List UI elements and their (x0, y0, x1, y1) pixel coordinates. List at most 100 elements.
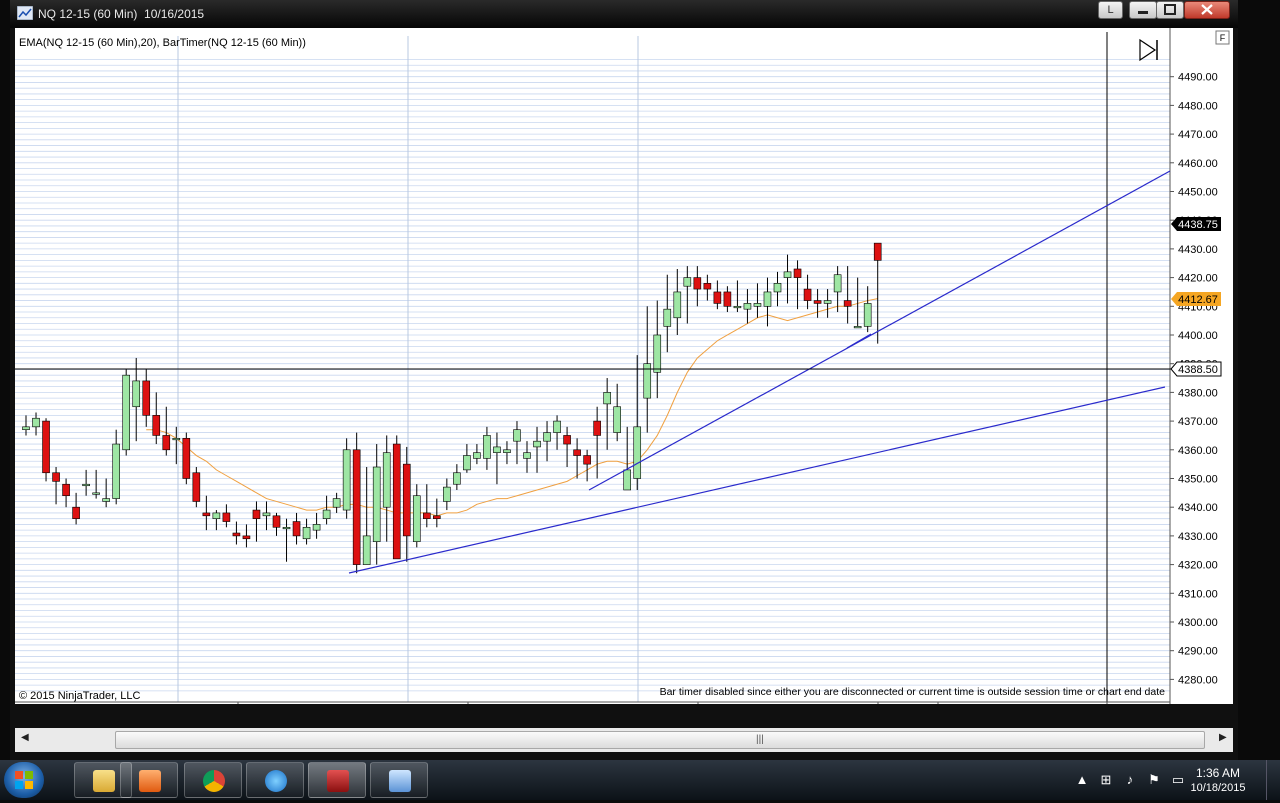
control-center-icon (389, 770, 411, 792)
link-button[interactable]: L (1098, 1, 1123, 19)
taskbar-chrome[interactable] (184, 762, 242, 798)
indicator-label: EMA(NQ 12-15 (60 Min),20), BarTimer(NQ 1… (19, 37, 306, 49)
candle-body (312, 524, 321, 531)
candle-body (873, 242, 882, 261)
candle-body (132, 380, 141, 408)
candle-body (443, 486, 451, 502)
candle-body (573, 449, 581, 456)
trend-line-2[interactable] (588, 170, 1171, 491)
candle-body (172, 438, 181, 441)
candle-body (412, 495, 421, 542)
copyright-label: © 2015 NinjaTrader, LLC (19, 690, 140, 702)
candle-body (453, 472, 461, 485)
candle-body (853, 326, 862, 329)
chrome-icon (203, 770, 225, 792)
title-bar[interactable]: NQ 12-15 (60 Min) 10/16/2015 L (10, 0, 1238, 28)
f-button-label: F (1220, 33, 1226, 43)
horizontal-scrollbar[interactable]: ◀ ||| ▶ (15, 728, 1233, 752)
network-icon[interactable]: ▭ (1170, 772, 1186, 788)
scroll-left-icon[interactable]: ◀ (21, 732, 29, 743)
action-center-icon[interactable]: ⊞ (1098, 772, 1114, 788)
candle-body (72, 506, 80, 519)
clock-time[interactable]: 1:36 AM (1188, 766, 1248, 780)
candle-body (763, 291, 772, 307)
svg-text:4388.50: 4388.50 (1178, 364, 1218, 376)
candle-body (693, 277, 702, 290)
candle-body (613, 406, 621, 433)
ema-value-marker: 4412.67 (1171, 292, 1221, 306)
scroll-grip-icon: ||| (756, 734, 764, 745)
candle-body (433, 515, 441, 519)
volume-icon[interactable]: ♪ (1122, 772, 1138, 788)
media-player-icon (139, 770, 161, 792)
candle-body (182, 438, 191, 479)
clock-date[interactable]: 10/18/2015 (1188, 782, 1248, 794)
price-tick-label: 4380.00 (1178, 387, 1218, 399)
candle-body (252, 509, 261, 519)
price-tick-label: 4370.00 (1178, 416, 1218, 428)
candle-body (62, 483, 70, 497)
minimize-button[interactable] (1129, 1, 1157, 19)
price-chart[interactable]: EMA(NQ 12-15 (60 Min),20), BarTimer(NQ 1… (15, 28, 1233, 704)
flag-icon[interactable]: ⚑ (1146, 772, 1162, 788)
scroll-thumb[interactable]: ||| (115, 731, 1205, 749)
price-tick-label: 4470.00 (1178, 129, 1218, 141)
chart-scroll-end-icon[interactable] (1139, 38, 1158, 62)
candle-body (523, 452, 531, 459)
taskbar-internet-explorer[interactable] (246, 762, 304, 798)
candle-body (553, 420, 561, 433)
candle-body (663, 308, 672, 327)
price-tick-label: 4420.00 (1178, 273, 1218, 285)
bartimer-message: Bar timer disabled since either you are … (660, 686, 1166, 698)
candle-body (603, 392, 611, 405)
candle-body (122, 374, 130, 451)
taskbar-control-center[interactable] (370, 762, 428, 798)
candle-body (282, 526, 291, 530)
candle-body (222, 512, 231, 522)
svg-text:4412.67: 4412.67 (1178, 294, 1218, 306)
candle-body (783, 271, 792, 278)
candle-body (202, 512, 211, 517)
candle-body (82, 483, 90, 487)
candle-body (733, 305, 742, 309)
candle-body (593, 420, 601, 436)
candle-body (292, 521, 301, 537)
maximize-icon (1164, 4, 1176, 15)
show-desktop-button[interactable] (1266, 760, 1280, 800)
price-tick-label: 4320.00 (1178, 560, 1218, 572)
candle-body (503, 449, 511, 453)
trend-line-1[interactable] (348, 386, 1166, 574)
candle-body (372, 466, 381, 542)
candle-body (673, 291, 682, 319)
internet-explorer-icon (265, 770, 287, 792)
ema-line (146, 298, 878, 517)
candle-body (272, 515, 281, 528)
windows-logo-icon (15, 771, 33, 789)
candle-body (563, 435, 571, 445)
candle-body (543, 432, 551, 442)
candle-body (723, 291, 732, 307)
candle-body (773, 283, 782, 293)
candle-body (262, 512, 271, 517)
candle-body (743, 303, 752, 310)
candle-body (212, 512, 221, 519)
candle-body (463, 455, 471, 471)
candle-body (823, 300, 832, 304)
candle-body (382, 452, 391, 508)
candle-body (22, 426, 30, 431)
scroll-right-icon[interactable]: ▶ (1219, 732, 1227, 743)
candle-body (152, 415, 161, 436)
taskbar-ninjatrader[interactable] (308, 762, 366, 798)
price-tick-label: 4290.00 (1178, 646, 1218, 658)
show-hidden-icons-icon[interactable]: ▲ (1074, 772, 1090, 788)
candle-body (653, 334, 662, 373)
taskbar-media-player[interactable] (120, 762, 178, 798)
maximize-button[interactable] (1156, 1, 1184, 19)
close-button[interactable] (1184, 1, 1230, 19)
candle-body (142, 380, 151, 416)
price-tick-label: 4480.00 (1178, 100, 1218, 112)
candle-body (473, 452, 481, 459)
ninjatrader-icon (327, 770, 349, 792)
chart-panel[interactable]: EMA(NQ 12-15 (60 Min),20), BarTimer(NQ 1… (15, 28, 1233, 704)
start-button[interactable] (4, 762, 44, 798)
